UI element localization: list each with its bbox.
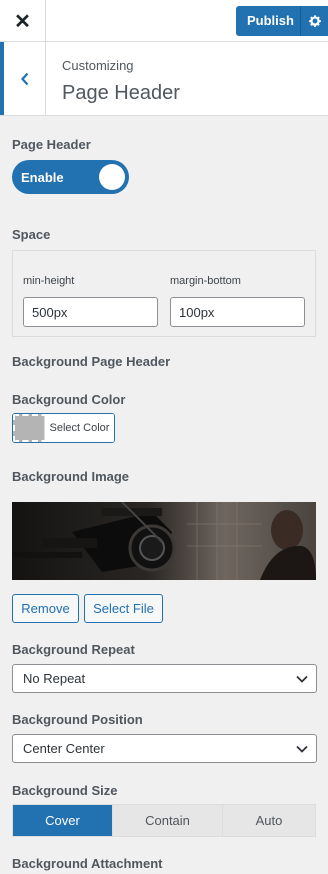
section-header: Customizing Page Header <box>0 42 328 116</box>
toggle-knob <box>99 164 125 190</box>
page-header-toggle[interactable]: Enable <box>12 160 129 194</box>
background-size-buttonset: Cover Contain Auto <box>12 804 316 837</box>
margin-bottom-label: margin-bottom <box>170 275 241 287</box>
publish-button[interactable]: Publish <box>236 6 300 36</box>
chevron-down-icon <box>296 745 308 753</box>
background-image-label: Background Image <box>12 469 130 484</box>
background-repeat-select[interactable]: No Repeat <box>12 664 317 693</box>
background-position-select[interactable]: Center Center <box>12 734 317 763</box>
min-height-input[interactable] <box>23 297 158 327</box>
back-button[interactable] <box>0 42 46 115</box>
page-header-label: Page Header <box>12 137 91 152</box>
background-color-label: Background Color <box>12 392 126 407</box>
camera-photo <box>12 502 316 580</box>
size-option-contain[interactable]: Contain <box>112 805 222 836</box>
page-title: Page Header <box>62 82 180 104</box>
background-attachment-label: Background Attachment <box>12 856 163 871</box>
background-position-value: Center Center <box>23 741 105 756</box>
breadcrumb: Customizing <box>62 58 134 73</box>
toggle-label: Enable <box>21 170 64 185</box>
space-group: min-height margin-bottom <box>12 250 316 337</box>
size-option-cover[interactable]: Cover <box>13 805 112 836</box>
remove-image-button[interactable]: Remove <box>12 594 79 623</box>
space-label: Space <box>12 227 51 242</box>
close-button[interactable]: ✕ <box>0 0 46 42</box>
size-option-auto[interactable]: Auto <box>222 805 315 836</box>
gear-icon <box>308 15 321 27</box>
background-heading: Background Page Header <box>12 354 171 369</box>
customizer-topbar: ✕ Publish <box>0 0 328 42</box>
background-repeat-label: Background Repeat <box>12 642 135 657</box>
chevron-left-icon <box>20 72 28 85</box>
color-swatch <box>13 414 44 442</box>
select-color-label: Select Color <box>44 414 114 442</box>
select-color-button[interactable]: Select Color <box>12 413 115 443</box>
margin-bottom-input[interactable] <box>170 297 305 327</box>
background-position-label: Background Position <box>12 712 143 727</box>
background-size-label: Background Size <box>12 783 118 798</box>
background-repeat-value: No Repeat <box>23 671 86 686</box>
close-icon: ✕ <box>14 10 31 33</box>
select-file-button[interactable]: Select File <box>84 594 163 623</box>
background-image-preview <box>12 502 316 580</box>
publish-group: Publish <box>236 6 328 36</box>
chevron-down-icon <box>296 675 308 683</box>
min-height-label: min-height <box>23 275 75 287</box>
publish-settings-button[interactable] <box>300 6 328 36</box>
